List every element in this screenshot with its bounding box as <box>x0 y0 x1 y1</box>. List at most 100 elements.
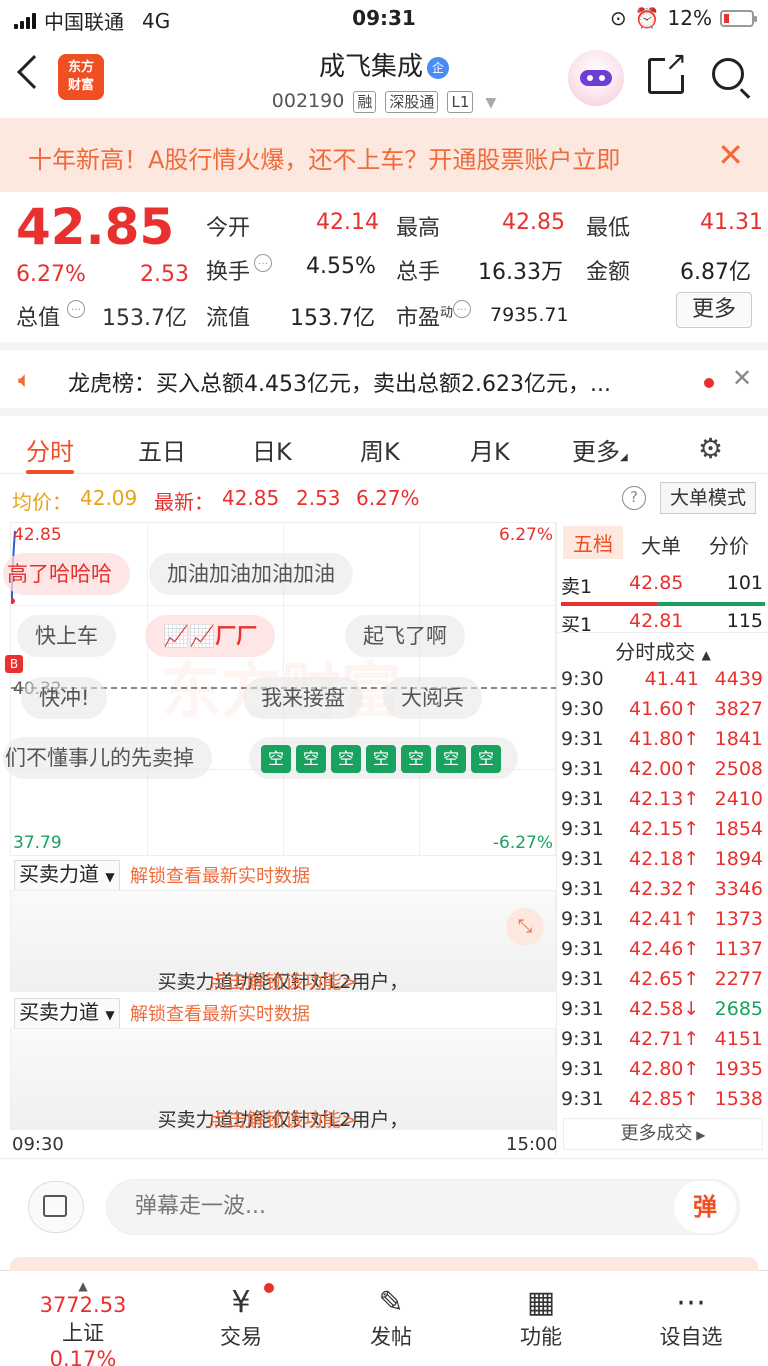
force-select[interactable]: 买卖力道 ▼ <box>14 998 120 1029</box>
tab-price-dist[interactable]: 分价 <box>709 530 749 559</box>
axis-top-pct: 6.27% <box>498 525 553 545</box>
nav-trade[interactable]: ¥ 交易 <box>186 1285 296 1351</box>
trade-row: 9:31 42.32↑ 3346 <box>561 878 763 900</box>
danmaku-send-button[interactable]: 弹 <box>674 1181 736 1233</box>
danmaku-bullet: 们不懂事儿的先卖掉 <box>3 737 212 779</box>
volume-label: 总手 <box>396 260 441 285</box>
open-label: 今开 <box>206 216 251 241</box>
promo-text[interactable]: 十年新高！A股行情火爆，还不上车？开通股票账户立即 <box>28 140 688 175</box>
stock-code: 002190 <box>271 90 345 112</box>
dragon-tiger-notice[interactable]: 🔈︎ 龙虎榜：买入总额4.453亿元，卖出总额2.623亿元，... ✕ <box>0 342 768 408</box>
info-icon[interactable]: … <box>67 300 86 318</box>
change-percent: 6.27% <box>16 262 86 287</box>
force-locked-panel[interactable]: 买卖力道功能仅针对L2用户， 点击解锁该功能> <box>10 1028 556 1132</box>
tab-more[interactable]: 更多◢ <box>572 432 628 467</box>
axis-bottom-pct: -6.27% <box>492 833 553 853</box>
big-order-mode-button[interactable]: 大单模式 <box>660 482 756 514</box>
amount-label: 金额 <box>586 260 631 285</box>
triangle-icon: ◢ <box>620 452 628 463</box>
status-bar: 中国联通 4G 09:31 ⊙ ⏰ 12% <box>0 0 768 38</box>
buy-marker[interactable]: B <box>5 655 23 673</box>
search-icon[interactable] <box>712 58 744 90</box>
force-locked-panel[interactable]: 买卖力道功能仅针对L2用户， 点击解锁该功能> <box>10 890 556 994</box>
info-icon[interactable]: … <box>254 254 273 272</box>
avg-label: 均价： <box>12 490 72 514</box>
robot-assistant-icon[interactable] <box>568 50 624 106</box>
index-name: 上证 <box>62 1321 104 1345</box>
trade-row: 9:31 41.80↑ 1841 <box>561 728 763 750</box>
danmaku-bullet: 高了哈哈哈 <box>3 553 130 595</box>
tag-connect: 深股通 <box>385 91 439 113</box>
trade-row: 9:31 42.85↑ 1538 <box>561 1088 763 1110</box>
unlock-feature-link[interactable]: 点击解锁该功能> <box>11 1105 555 1132</box>
danmaku-input[interactable]: 弹幕走一波... <box>106 1179 740 1235</box>
gear-icon[interactable]: ⚙ <box>698 432 723 465</box>
info-icon[interactable]: … <box>453 300 472 318</box>
turnover-label: 换手… <box>206 254 273 286</box>
amount-value: 6.87亿 <box>680 260 751 285</box>
force-select[interactable]: 买卖力道 ▼ <box>14 860 120 891</box>
dragon-tiger-text[interactable]: 龙虎榜：买入总额4.453亿元，卖出总额2.623亿元，... <box>68 366 688 398</box>
nav-post[interactable]: ✎ 发帖 <box>336 1285 446 1351</box>
trade-row: 9:31 42.65↑ 2277 <box>561 968 763 990</box>
unlock-link[interactable]: 解锁查看最新实时数据 <box>130 1000 310 1026</box>
trade-row: 9:30 41.60↑ 3827 <box>561 698 763 720</box>
tab-daily-k[interactable]: 日K <box>252 432 292 467</box>
alarm-icon: ⏰ <box>634 6 660 30</box>
index-ticker[interactable]: ▲ 3772.53 上证 0.17% <box>28 1279 138 1366</box>
float-value-label: 流值 <box>206 306 251 331</box>
trade-row: 9:31 42.46↑ 1137 <box>561 938 763 960</box>
bottom-toolbar: ▲ 3772.53 上证 0.17% ¥ 交易 ✎ 发帖 ▦ 功能 ⋯ 设自选 <box>0 1257 768 1366</box>
tab-monthly-k[interactable]: 月K <box>470 432 510 467</box>
close-icon[interactable]: ✕ <box>732 364 752 392</box>
danmaku-bar: 弹幕走一波... 弹 <box>0 1158 768 1250</box>
trade-row: 9:31 42.00↑ 2508 <box>561 758 763 780</box>
speaker-icon: 🔈︎ <box>18 368 32 393</box>
danmaku-bullet-kong: 空空空空空空空 <box>249 737 518 779</box>
sell-level-1: 卖1 42.85 101 <box>561 572 763 598</box>
help-icon[interactable]: ? <box>622 486 646 510</box>
floating-strip <box>10 1257 758 1271</box>
trades-title[interactable]: 分时成交 ▲ <box>557 636 768 665</box>
nav-add-watchlist[interactable]: ⋯ 设自选 <box>636 1285 746 1351</box>
tab-five-levels[interactable]: 五档 <box>563 526 623 559</box>
unread-dot <box>704 378 714 388</box>
danmaku-bullet: 快冲! <box>21 677 108 719</box>
unlock-feature-link[interactable]: 点击解锁该功能> <box>11 967 555 994</box>
tab-intraday[interactable]: 分时 <box>26 432 74 467</box>
time-axis-start: 09:30 <box>12 1134 64 1155</box>
chevron-down-icon[interactable]: ▼ <box>485 95 496 111</box>
axis-bottom-price: 37.79 <box>13 833 62 853</box>
danmaku-bullet: 起飞了啊 <box>345 615 465 657</box>
tab-big-orders[interactable]: 大单 <box>641 530 681 559</box>
total-value: 153.7亿 <box>102 306 187 331</box>
latest-pct: 6.27% <box>356 486 420 510</box>
more-dots-icon: ⋯ <box>676 1285 706 1320</box>
edit-icon: ✎ <box>378 1285 404 1320</box>
high-label: 最高 <box>396 216 441 241</box>
tab-weekly-k[interactable]: 周K <box>360 432 400 467</box>
intraday-chart[interactable]: 东方财富 42.85 40.32 37.79 6.27% -6.27% B 高了… <box>3 522 557 856</box>
chart-tabs: 分时 五日 日K 周K 月K 更多◢ ⚙ <box>0 408 768 474</box>
tag-margin: 融 <box>353 91 377 113</box>
share-icon[interactable] <box>648 49 687 94</box>
order-book-panel: 五档 大单 分价 卖1 42.85 101 买1 42.81 115 分时成交 … <box>556 522 768 1156</box>
bid-ask-ratio-bar <box>561 602 765 606</box>
trade-row: 9:30 41.41 4439 <box>561 668 763 690</box>
enterprise-badge-icon: 企 <box>427 56 449 79</box>
more-trades-button[interactable]: 更多成交 ▶ <box>563 1118 763 1150</box>
unlock-link[interactable]: 解锁查看最新实时数据 <box>130 862 310 888</box>
promo-banner[interactable]: 十年新高！A股行情火爆，还不上车？开通股票账户立即 ✕ <box>0 118 768 192</box>
chevron-right-icon: ▶ <box>692 1128 706 1142</box>
tab-five-day[interactable]: 五日 <box>138 432 186 467</box>
change-amount: 2.53 <box>140 262 189 287</box>
more-button[interactable]: 更多 <box>676 292 752 328</box>
danmaku-settings-icon[interactable] <box>28 1181 84 1233</box>
close-icon[interactable]: ✕ <box>717 136 744 174</box>
expand-icon[interactable]: ⤡ <box>506 908 544 946</box>
nav-features[interactable]: ▦ 功能 <box>486 1285 596 1351</box>
low-value: 41.31 <box>700 210 763 235</box>
grid-icon: ▦ <box>526 1285 556 1320</box>
latest-change: 2.53 <box>296 486 341 510</box>
force-header: 买卖力道 ▼ 解锁查看最新实时数据 <box>10 856 556 892</box>
